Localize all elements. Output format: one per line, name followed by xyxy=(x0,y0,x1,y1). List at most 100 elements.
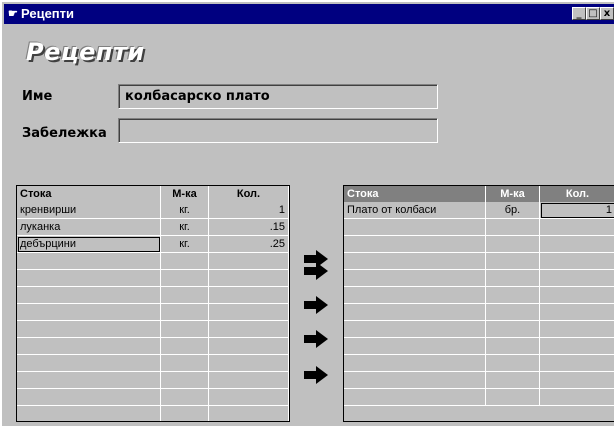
arrow-right-icon[interactable] xyxy=(304,262,328,280)
empty-cell[interactable] xyxy=(17,270,161,287)
empty-cell[interactable] xyxy=(540,389,614,406)
empty-row[interactable] xyxy=(344,389,614,406)
empty-cell[interactable] xyxy=(209,287,289,304)
column-header-qty[interactable]: Кол. xyxy=(540,186,614,202)
empty-cell[interactable] xyxy=(486,355,540,372)
empty-cell[interactable] xyxy=(344,338,486,355)
empty-cell[interactable] xyxy=(17,372,161,389)
empty-cell[interactable] xyxy=(344,372,486,389)
empty-cell[interactable] xyxy=(17,321,161,338)
empty-cell[interactable] xyxy=(17,253,161,270)
empty-cell[interactable] xyxy=(161,287,209,304)
table-row[interactable]: дебърцини кг. .25 xyxy=(17,236,289,253)
empty-cell[interactable] xyxy=(486,389,540,406)
empty-cell[interactable] xyxy=(161,253,209,270)
empty-cell[interactable] xyxy=(486,321,540,338)
empty-cell[interactable] xyxy=(540,270,614,287)
empty-row[interactable] xyxy=(344,372,614,389)
empty-cell[interactable] xyxy=(209,389,289,406)
empty-cell[interactable] xyxy=(344,389,486,406)
empty-row[interactable] xyxy=(344,253,614,270)
empty-cell[interactable] xyxy=(344,236,486,253)
empty-cell[interactable] xyxy=(209,304,289,321)
close-button[interactable]: x xyxy=(600,7,614,20)
empty-cell[interactable] xyxy=(540,355,614,372)
empty-cell[interactable] xyxy=(209,321,289,338)
empty-cell[interactable] xyxy=(209,355,289,372)
empty-row[interactable] xyxy=(17,389,289,406)
left-ingredients-grid[interactable]: Стока М-ка Кол. кренвирши кг. 1 луканка … xyxy=(16,185,290,422)
empty-cell[interactable] xyxy=(161,372,209,389)
empty-cell[interactable] xyxy=(486,338,540,355)
empty-row[interactable] xyxy=(344,270,614,287)
empty-row[interactable] xyxy=(344,338,614,355)
empty-cell[interactable] xyxy=(209,372,289,389)
empty-cell[interactable] xyxy=(161,338,209,355)
empty-cell[interactable] xyxy=(540,338,614,355)
table-row[interactable]: луканка кг. .15 xyxy=(17,219,289,236)
empty-cell[interactable] xyxy=(486,253,540,270)
cell-item[interactable]: луканка xyxy=(17,219,161,236)
empty-cell[interactable] xyxy=(540,304,614,321)
column-header-unit[interactable]: М-ка xyxy=(161,186,209,202)
empty-cell[interactable] xyxy=(344,355,486,372)
empty-cell[interactable] xyxy=(161,355,209,372)
empty-cell[interactable] xyxy=(344,304,486,321)
empty-cell[interactable] xyxy=(17,338,161,355)
cell-item[interactable]: кренвирши xyxy=(17,202,161,219)
minimize-button[interactable]: _ xyxy=(572,7,586,20)
empty-cell[interactable] xyxy=(209,270,289,287)
empty-row[interactable] xyxy=(17,253,289,270)
empty-cell[interactable] xyxy=(344,219,486,236)
empty-row[interactable] xyxy=(17,321,289,338)
column-header-item[interactable]: Стока xyxy=(17,186,161,202)
column-header-item[interactable]: Стока xyxy=(344,186,486,202)
empty-cell[interactable] xyxy=(540,321,614,338)
empty-cell[interactable] xyxy=(344,321,486,338)
table-row[interactable]: кренвирши кг. 1 xyxy=(17,202,289,219)
note-field[interactable] xyxy=(118,118,438,143)
empty-row[interactable] xyxy=(17,355,289,372)
empty-cell[interactable] xyxy=(540,219,614,236)
empty-cell[interactable] xyxy=(17,389,161,406)
empty-cell[interactable] xyxy=(540,287,614,304)
empty-row[interactable] xyxy=(17,287,289,304)
empty-row[interactable] xyxy=(17,338,289,355)
empty-row[interactable] xyxy=(17,372,289,389)
cell-item-selected[interactable]: дебърцини xyxy=(17,236,161,253)
empty-cell[interactable] xyxy=(486,372,540,389)
empty-row[interactable] xyxy=(344,355,614,372)
empty-row[interactable] xyxy=(344,219,614,236)
empty-cell[interactable] xyxy=(540,372,614,389)
empty-cell[interactable] xyxy=(17,355,161,372)
empty-cell[interactable] xyxy=(17,406,161,421)
empty-cell[interactable] xyxy=(161,270,209,287)
cell-qty-selected[interactable]: 1 xyxy=(540,202,614,219)
table-row[interactable]: Плато от колбаси бр. 1 xyxy=(344,202,614,219)
empty-cell[interactable] xyxy=(17,304,161,321)
empty-row[interactable] xyxy=(17,304,289,321)
maximize-button[interactable]: □ xyxy=(586,7,600,20)
empty-cell[interactable] xyxy=(344,253,486,270)
arrow-right-icon[interactable] xyxy=(304,366,328,384)
empty-row[interactable] xyxy=(17,406,289,421)
cell-unit[interactable]: кг. xyxy=(161,236,209,253)
arrow-right-icon[interactable] xyxy=(304,296,328,314)
column-header-unit[interactable]: М-ка xyxy=(486,186,540,202)
empty-cell[interactable] xyxy=(17,287,161,304)
cell-item[interactable]: Плато от колбаси xyxy=(344,202,486,219)
empty-row[interactable] xyxy=(344,236,614,253)
column-header-qty[interactable]: Кол. xyxy=(209,186,289,202)
cell-unit[interactable]: кг. xyxy=(161,202,209,219)
empty-cell[interactable] xyxy=(540,236,614,253)
cell-qty[interactable]: .25 xyxy=(209,236,289,253)
name-field[interactable]: колбасарско плато xyxy=(118,84,438,109)
empty-cell[interactable] xyxy=(161,304,209,321)
cell-qty[interactable]: .15 xyxy=(209,219,289,236)
right-recipe-grid[interactable]: Стока М-ка Кол. Плато от колбаси бр. 1 xyxy=(343,185,614,422)
empty-cell[interactable] xyxy=(486,236,540,253)
empty-cell[interactable] xyxy=(209,406,289,421)
empty-cell[interactable] xyxy=(209,338,289,355)
arrow-right-icon[interactable] xyxy=(304,330,328,348)
empty-cell[interactable] xyxy=(161,406,209,421)
